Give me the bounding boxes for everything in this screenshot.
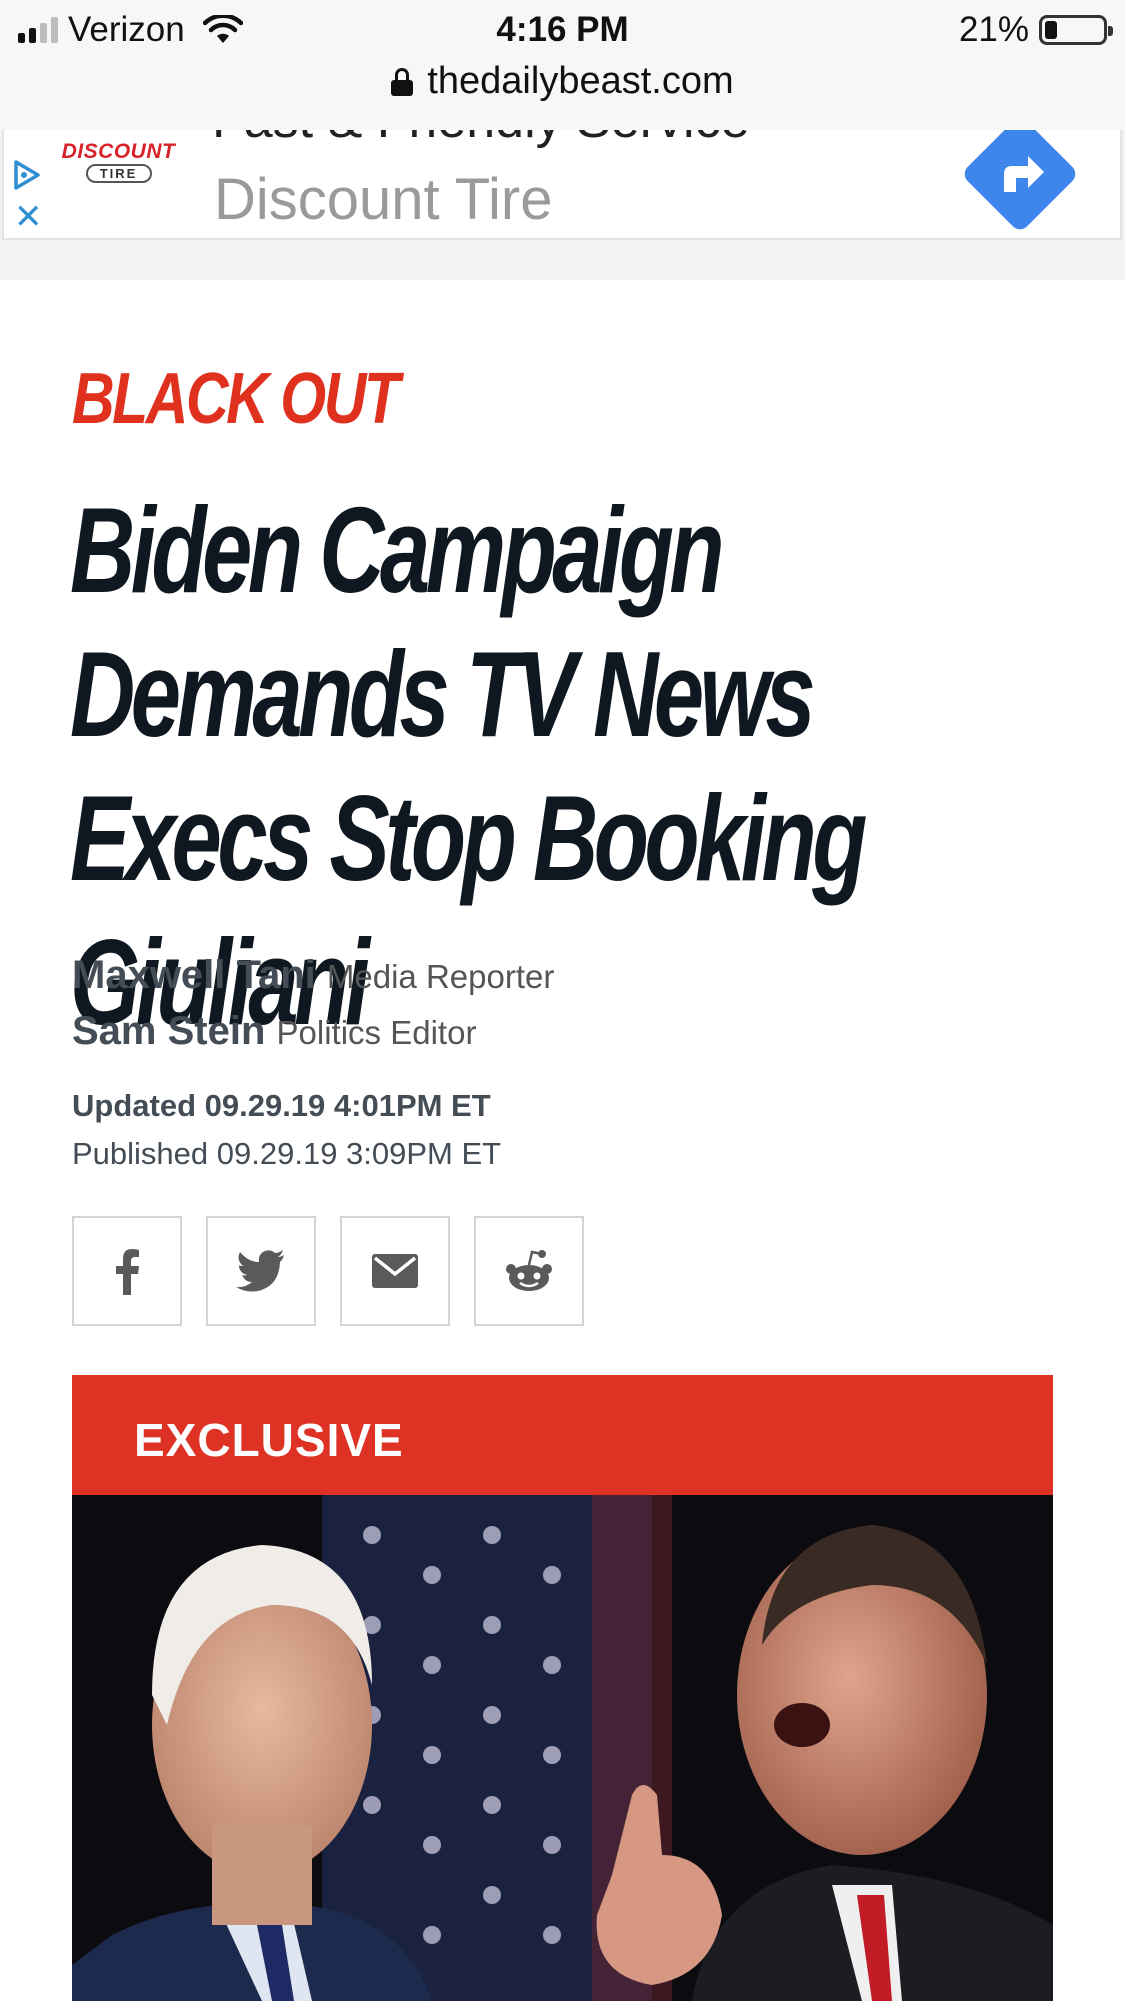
ad-choices-icon[interactable] [10,158,44,192]
share-facebook-button[interactable] [72,1216,182,1326]
author-name-link[interactable]: Sam Stein [72,1009,265,1053]
battery-indicator: 21% [958,10,1113,50]
lead-image[interactable] [72,1495,1053,2001]
author-name-link[interactable]: Maxwell Tani [72,953,316,997]
ad-advertiser: Discount Tire [214,167,553,232]
clock: 4:16 PM [496,10,629,49]
lead-photo-illustration [72,1495,1053,2001]
lock-icon [391,67,414,96]
reddit-icon [506,1250,552,1291]
byline-author: Maxwell Tani Media Reporter [72,948,554,1004]
share-reddit-button[interactable] [474,1216,584,1326]
byline-author: Sam Stein Politics Editor [72,1004,554,1060]
author-role: Media Reporter [326,958,555,995]
battery-icon [1039,15,1113,45]
byline-block: Maxwell Tani Media Reporter Sam Stein Po… [72,948,554,1060]
share-email-button[interactable] [340,1216,450,1326]
facebook-icon [116,1249,139,1295]
email-icon [372,1254,418,1288]
url-text: thedailybeast.com [427,60,734,102]
share-twitter-button[interactable] [206,1216,316,1326]
ad-slot: ✕ DISCOUNT TIRE Fast & Friendly Service … [0,130,1125,280]
battery-percent: 21% [958,10,1029,49]
article-kicker[interactable]: BLACK OUT [72,358,400,440]
brand-logo: DISCOUNT TIRE [61,140,176,183]
timestamps: Updated 09.29.19 4:01PM ET Published 09.… [72,1082,501,1178]
browser-chrome: Verizon 4:16 PM 21% thedailybeast.com [0,0,1125,131]
ad-banner[interactable]: ✕ DISCOUNT TIRE Fast & Friendly Service … [2,130,1122,240]
ad-close-icon[interactable]: ✕ [14,200,43,234]
share-bar [72,1216,584,1326]
published-timestamp: Published 09.29.19 3:09PM ET [72,1136,502,1171]
exclusive-badge: EXCLUSIVE [72,1375,1053,1495]
address-bar[interactable]: thedailybeast.com [0,60,1125,103]
ad-tagline: Fast & Friendly Service [212,130,750,150]
updated-timestamp: Updated 09.29.19 4:01PM ET [72,1088,491,1123]
exclusive-label: EXCLUSIVE [134,1414,404,1466]
ad-directions-button[interactable] [960,130,1080,234]
author-role: Politics Editor [276,1014,477,1051]
twitter-icon [236,1250,284,1292]
turn-arrow-icon [1004,156,1044,192]
